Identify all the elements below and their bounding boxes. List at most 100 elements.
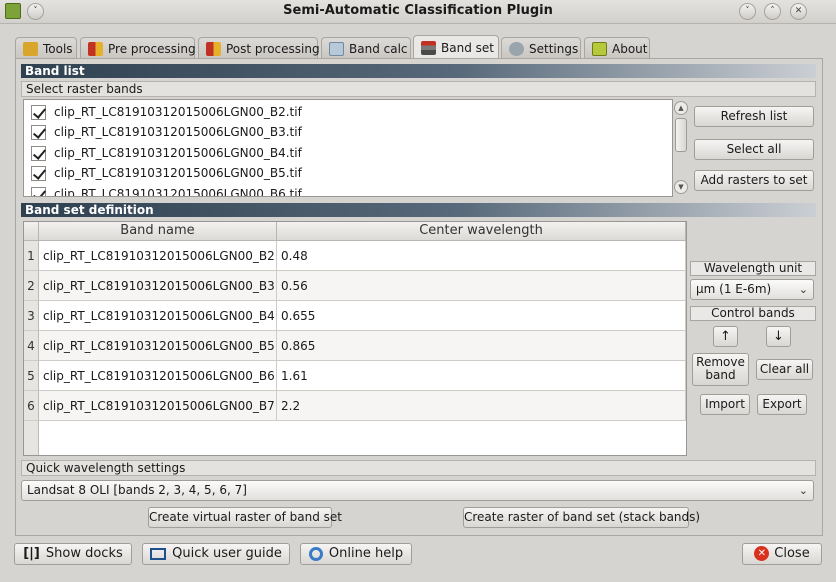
online-help-label: Online help — [328, 546, 404, 561]
wavelength-cell[interactable]: 0.56 — [277, 271, 686, 301]
table-row[interactable]: 5 clip_RT_LC81910312015006LGN00_B6.tif 1… — [24, 361, 686, 391]
scrollbar-thumb[interactable] — [675, 118, 687, 152]
list-item[interactable]: clip_RT_LC81910312015006LGN00_B6.tif — [24, 184, 672, 196]
wavelength-cell[interactable]: 0.48 — [277, 241, 686, 271]
close-window-button[interactable]: ✕ — [790, 3, 807, 20]
wavelength-cell[interactable]: 2.2 — [277, 391, 686, 421]
wavelength-unit-value: µm (1 E-6m) — [696, 282, 772, 296]
docks-icon: [|] — [23, 546, 40, 561]
raster-name: clip_RT_LC81910312015006LGN00_B5.tif — [54, 166, 302, 180]
raster-checkbox[interactable] — [31, 145, 46, 161]
wavelength-cell[interactable]: 1.61 — [277, 361, 686, 391]
close-label: Close — [774, 546, 810, 561]
list-item[interactable]: clip_RT_LC81910312015006LGN00_B4.tif — [24, 143, 672, 163]
remove-band-label-line2: band — [705, 368, 736, 382]
quick-user-guide-label: Quick user guide — [172, 546, 282, 561]
refresh-list-button[interactable]: Refresh list — [694, 106, 814, 127]
raster-checkbox[interactable] — [31, 124, 46, 140]
band-name-cell[interactable]: clip_RT_LC81910312015006LGN00_B6.tif — [39, 361, 277, 391]
list-item[interactable]: clip_RT_LC81910312015006LGN00_B3.tif — [24, 122, 672, 142]
tab-label: About — [612, 41, 648, 56]
wavelength-cell[interactable]: 0.655 — [277, 301, 686, 331]
band-name-cell[interactable]: clip_RT_LC81910312015006LGN00_B7.tif — [39, 391, 277, 421]
table-row[interactable]: 2 clip_RT_LC81910312015006LGN00_B3.tif 0… — [24, 271, 686, 301]
tab-label: Band calc — [349, 41, 408, 56]
tab-about[interactable]: About — [584, 37, 650, 59]
band-set-icon — [421, 41, 436, 55]
create-stack-raster-button[interactable]: Create raster of band set (stack bands) — [463, 507, 700, 528]
column-header-band-name[interactable]: Band name — [39, 222, 277, 241]
wavelength-unit-select[interactable]: µm (1 E-6m) ⌄ — [690, 279, 814, 300]
row-number: 6 — [24, 391, 39, 421]
tab-label: Band set — [441, 41, 494, 55]
select-all-button[interactable]: Select all — [694, 139, 814, 160]
row-header-filler — [24, 421, 39, 455]
quick-wavelength-select[interactable]: Landsat 8 OLI [bands 2, 3, 4, 5, 6, 7] ⌄ — [21, 480, 814, 501]
online-help-button[interactable]: Online help — [300, 543, 412, 565]
pre-processing-icon — [88, 41, 103, 56]
column-header-center-wavelength[interactable]: Center wavelength — [277, 222, 686, 241]
list-item[interactable]: clip_RT_LC81910312015006LGN00_B5.tif — [24, 163, 672, 183]
table-row[interactable]: 3 clip_RT_LC81910312015006LGN00_B4.tif 0… — [24, 301, 686, 331]
quick-wavelength-settings-label: Quick wavelength settings — [21, 460, 816, 476]
tab-label: Pre processing — [108, 41, 196, 56]
chevron-down-icon: ⌄ — [798, 484, 808, 497]
close-button[interactable]: ✕ Close — [742, 543, 822, 565]
row-number: 1 — [24, 241, 39, 271]
import-button[interactable]: Import — [700, 394, 750, 415]
remove-band-button[interactable]: Remove band — [692, 353, 749, 386]
window-title: Semi-Automatic Classification Plugin — [283, 3, 553, 18]
band-name-cell[interactable]: clip_RT_LC81910312015006LGN00_B5.tif — [39, 331, 277, 361]
post-processing-icon — [206, 41, 221, 56]
raster-checkbox[interactable] — [31, 165, 46, 181]
raster-checkbox[interactable] — [31, 186, 46, 196]
control-bands-label: Control bands — [690, 306, 816, 321]
raster-bands-list[interactable]: clip_RT_LC81910312015006LGN00_B2.tif cli… — [23, 99, 673, 197]
raster-checkbox[interactable] — [31, 104, 46, 120]
tab-tools[interactable]: Tools — [15, 37, 77, 59]
quick-user-guide-button[interactable]: Quick user guide — [142, 543, 290, 565]
row-number: 2 — [24, 271, 39, 301]
create-virtual-raster-button[interactable]: Create virtual raster of band set — [148, 507, 342, 528]
about-icon — [592, 41, 607, 56]
scroll-down-icon[interactable]: ▼ — [674, 180, 688, 194]
table-corner — [24, 222, 39, 241]
row-number: 5 — [24, 361, 39, 391]
show-docks-button[interactable]: [|] Show docks — [14, 543, 132, 565]
wavelength-unit-label: Wavelength unit — [690, 261, 816, 276]
lifebuoy-icon — [308, 546, 323, 561]
tab-label: Post processing — [226, 41, 320, 56]
band-set-definition-header: Band set definition — [21, 203, 816, 217]
tab-band-set[interactable]: Band set — [413, 35, 499, 60]
tab-band-calc[interactable]: Band calc — [321, 37, 411, 59]
tab-pre-processing[interactable]: Pre processing — [80, 37, 196, 59]
list-item[interactable]: clip_RT_LC81910312015006LGN00_B2.tif — [24, 102, 672, 122]
maximize-button[interactable]: ˄ — [764, 3, 781, 20]
raster-name: clip_RT_LC81910312015006LGN00_B2.tif — [54, 105, 302, 119]
clear-all-button[interactable]: Clear all — [756, 359, 813, 380]
table-row[interactable]: 1 clip_RT_LC81910312015006LGN00_B2.tif 0… — [24, 241, 686, 271]
add-rasters-button[interactable]: Add rasters to set — [694, 170, 814, 191]
move-up-button[interactable]: ↑ — [713, 326, 738, 347]
band-name-cell[interactable]: clip_RT_LC81910312015006LGN00_B4.tif — [39, 301, 277, 331]
row-number: 3 — [24, 301, 39, 331]
raster-list-scrollbar[interactable]: ▲ ▼ — [674, 101, 688, 195]
band-name-cell[interactable]: clip_RT_LC81910312015006LGN00_B3.tif — [39, 271, 277, 301]
wavelength-cell[interactable]: 0.865 — [277, 331, 686, 361]
band-set-table[interactable]: Band name Center wavelength 1 clip_RT_LC… — [23, 221, 687, 456]
export-button[interactable]: Export — [757, 394, 807, 415]
wrench-icon — [509, 41, 524, 56]
scroll-up-icon[interactable]: ▲ — [674, 101, 688, 115]
close-icon: ✕ — [754, 546, 770, 561]
table-row[interactable]: 6 clip_RT_LC81910312015006LGN00_B7.tif 2… — [24, 391, 686, 421]
quick-wavelength-value: Landsat 8 OLI [bands 2, 3, 4, 5, 6, 7] — [27, 483, 247, 497]
select-raster-bands-label: Select raster bands — [21, 81, 816, 97]
table-row[interactable]: 4 clip_RT_LC81910312015006LGN00_B5.tif 0… — [24, 331, 686, 361]
raster-name: clip_RT_LC81910312015006LGN00_B4.tif — [54, 146, 302, 160]
move-down-button[interactable]: ↓ — [766, 326, 791, 347]
tab-settings[interactable]: Settings — [501, 37, 581, 59]
minimize-button[interactable]: ˅ — [739, 3, 756, 20]
raster-name: clip_RT_LC81910312015006LGN00_B3.tif — [54, 125, 302, 139]
band-name-cell[interactable]: clip_RT_LC81910312015006LGN00_B2.tif — [39, 241, 277, 271]
tab-post-processing[interactable]: Post processing — [198, 37, 320, 59]
